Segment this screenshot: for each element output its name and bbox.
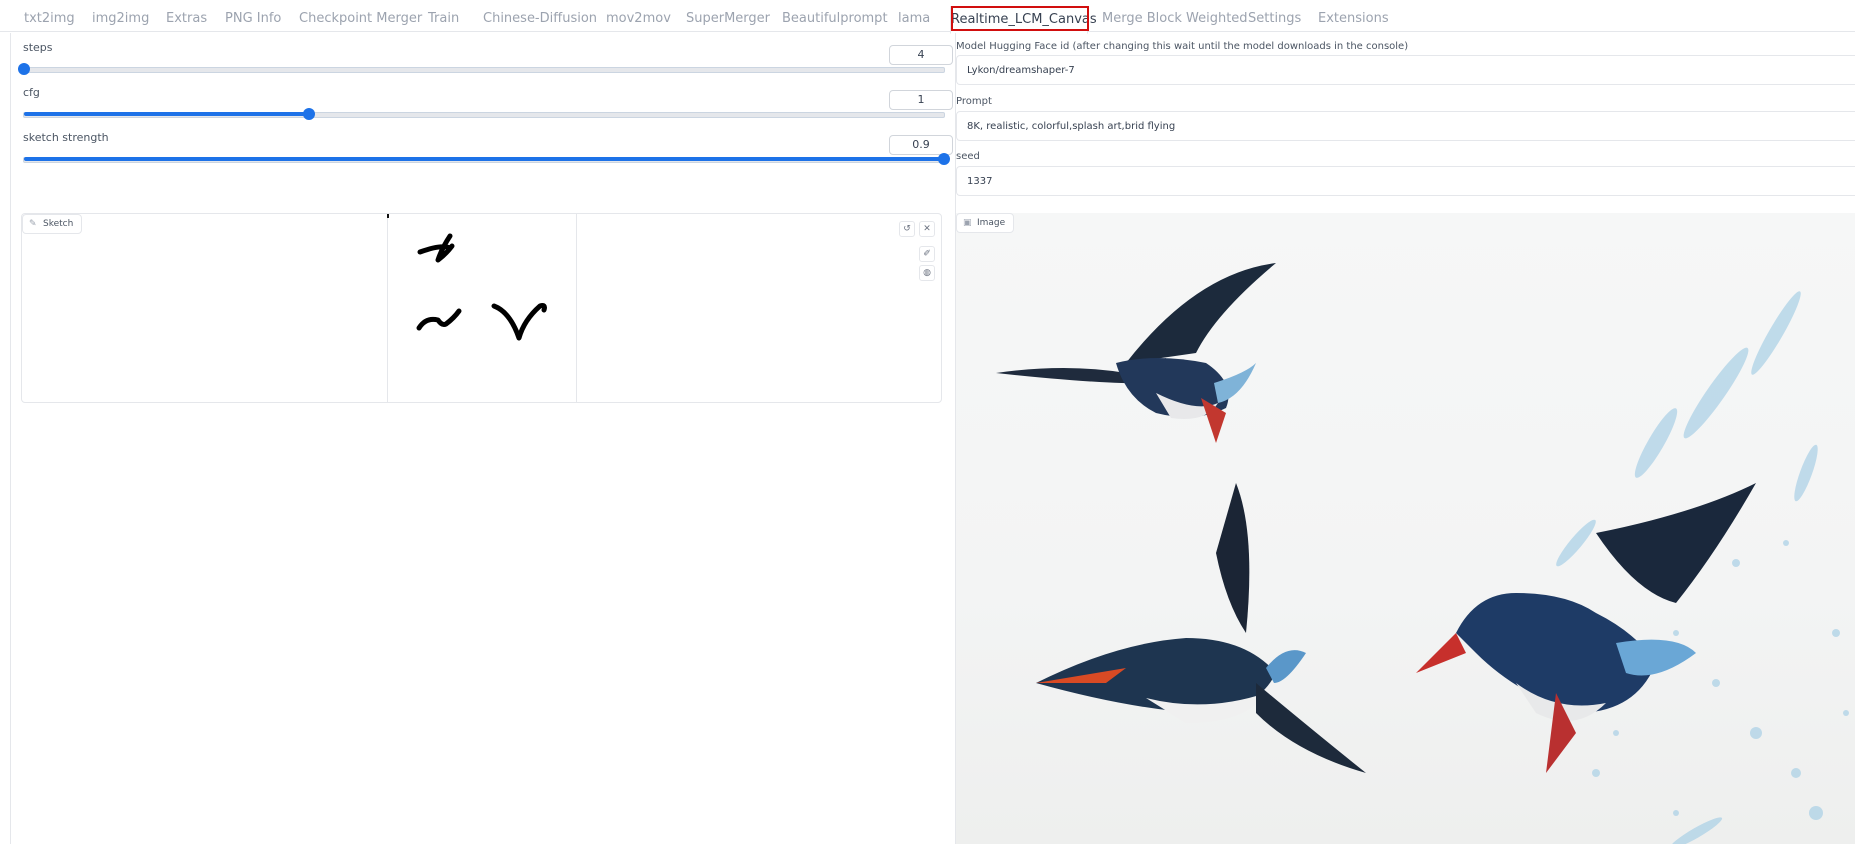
output-image: ▣ Image [956, 213, 1855, 844]
sketch-strength-slider-fill [24, 157, 944, 161]
right-panel: Model Hugging Face id (after changing th… [955, 33, 1855, 844]
cfg-slider-thumb[interactable] [303, 108, 316, 120]
tab-png-info[interactable]: PNG Info [225, 6, 281, 32]
clear-button[interactable]: ✕ [919, 221, 935, 237]
seed-input[interactable]: 1337 [956, 166, 1855, 196]
sketch-strength-label: sketch strength [23, 131, 109, 144]
tab-supermerger[interactable]: SuperMerger [686, 6, 770, 32]
tab-beautifulprompt[interactable]: Beautifulprompt [782, 6, 888, 32]
output-image-render [996, 263, 1849, 844]
tab-bar: txt2img img2img Extras PNG Info Checkpoi… [0, 0, 1855, 34]
tab-extensions[interactable]: Extensions [1318, 6, 1389, 32]
sketch-strength-number-input[interactable]: 0.9 [889, 135, 953, 155]
cfg-slider-fill [24, 112, 310, 116]
steps-number-input[interactable]: 4 [889, 45, 953, 65]
sketch-strength-slider[interactable] [23, 153, 950, 165]
seed-label: seed [956, 151, 980, 162]
tab-settings[interactable]: Settings [1248, 6, 1301, 32]
tab-txt2img[interactable]: txt2img [24, 6, 75, 32]
tab-checkpoint-merger[interactable]: Checkpoint Merger [299, 6, 422, 32]
sketch-canvas[interactable]: ✎ Sketch ↺ ✕ ✐ ◍ [21, 213, 942, 403]
steps-slider-thumb[interactable] [18, 63, 30, 75]
tab-train[interactable]: Train [428, 6, 459, 32]
steps-slider[interactable] [18, 63, 945, 75]
tab-realtime-lcm-canvas-label: Realtime_LCM_Canvas [951, 12, 1097, 27]
tab-lama[interactable]: lama [898, 6, 930, 32]
prompt-input[interactable]: 8K, realistic, colorful,splash art,brid … [956, 111, 1855, 141]
cfg-number-input[interactable]: 1 [889, 90, 953, 110]
color-button[interactable]: ◍ [919, 265, 935, 281]
undo-button[interactable]: ↺ [899, 221, 915, 237]
cfg-slider[interactable] [23, 108, 945, 120]
close-icon: ✕ [923, 224, 931, 234]
tab-img2img[interactable]: img2img [92, 6, 149, 32]
palette-icon: ◍ [923, 268, 931, 278]
tab-mov2mov[interactable]: mov2mov [606, 6, 671, 32]
bird-left [1036, 483, 1366, 773]
image-icon: ▣ [963, 218, 972, 228]
model-id-label: Model Hugging Face id (after changing th… [956, 41, 1409, 52]
sketch-strokes [387, 214, 547, 341]
steps-label: steps [23, 41, 53, 54]
prompt-label: Prompt [956, 96, 992, 107]
tab-realtime-lcm-canvas[interactable]: Realtime_LCM_Canvas [950, 6, 1097, 34]
undo-icon: ↺ [903, 224, 911, 234]
image-chip-label: Image [977, 218, 1006, 228]
sketch-strength-slider-thumb[interactable] [938, 153, 950, 165]
model-id-input[interactable]: Lykon/dreamshaper-7 [956, 55, 1855, 85]
brush-icon: ✐ [923, 249, 931, 259]
left-panel: steps 4 cfg 1 sketch strength 0.9 [10, 33, 953, 844]
cfg-label: cfg [23, 86, 40, 99]
brush-button[interactable]: ✐ [919, 246, 935, 262]
image-chip: ▣ Image [956, 213, 1015, 233]
tab-extras[interactable]: Extras [166, 6, 207, 32]
tab-merge-block-weighted[interactable]: Merge Block Weighted [1102, 6, 1248, 32]
bird-top [996, 263, 1276, 443]
tab-chinese-diffusion[interactable]: Chinese-Diffusion [483, 6, 597, 32]
